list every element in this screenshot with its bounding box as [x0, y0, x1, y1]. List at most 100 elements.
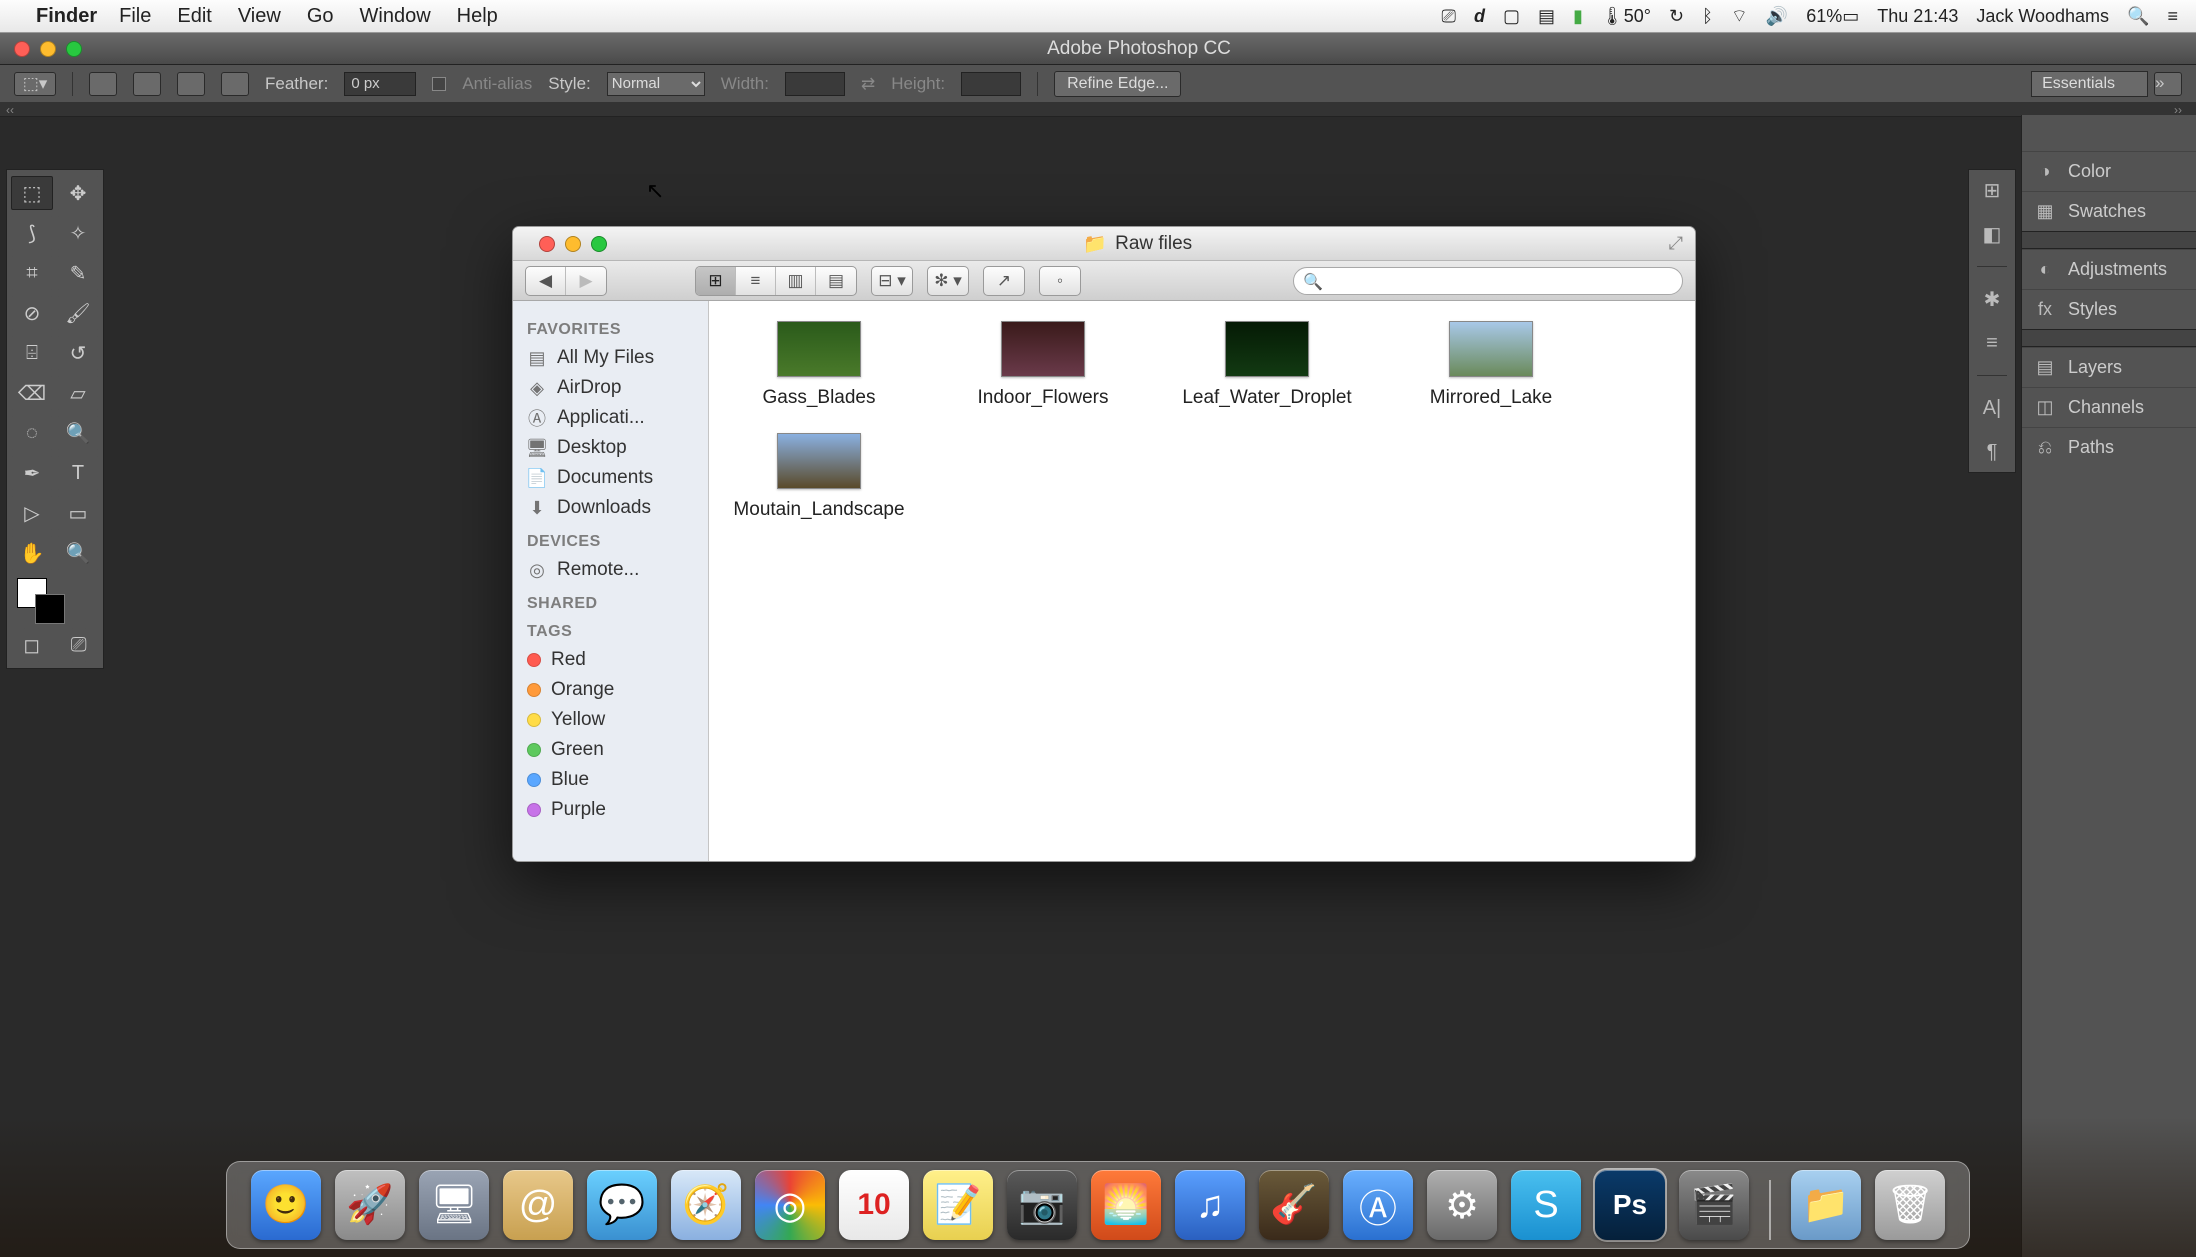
- eyedropper-tool[interactable]: ✎: [57, 256, 99, 290]
- panel-tab-swatches[interactable]: ▦Swatches: [2022, 191, 2196, 231]
- volume-icon[interactable]: 🔊: [1766, 6, 1788, 27]
- back-button[interactable]: ◀: [526, 267, 566, 295]
- file-item[interactable]: Mirrored_Lake: [1401, 321, 1581, 409]
- dock-app-messages[interactable]: 💬: [587, 1170, 657, 1240]
- type-tool[interactable]: T: [57, 456, 99, 490]
- panel-tab-layers[interactable]: ▤Layers: [2022, 347, 2196, 387]
- panel-icon[interactable]: ≡: [1978, 331, 2006, 355]
- antialias-checkbox[interactable]: [432, 77, 446, 91]
- panel-tab-color[interactable]: ◑Color: [2022, 151, 2196, 191]
- sidebar-item-applications[interactable]: ⒶApplicati...: [525, 403, 696, 433]
- dock-trash[interactable]: 🗑: [1875, 1170, 1945, 1240]
- refine-edge-button[interactable]: Refine Edge...: [1054, 71, 1181, 97]
- dock-app-imovie[interactable]: 🎬: [1679, 1170, 1749, 1240]
- dock-app-chrome[interactable]: ◎: [755, 1170, 825, 1240]
- sidebar-item-allmyfiles[interactable]: ▤All My Files: [525, 343, 696, 373]
- marquee-tool[interactable]: ⬚: [11, 176, 53, 210]
- menu-edit[interactable]: Edit: [177, 5, 211, 28]
- battery-percent[interactable]: 61% ▭: [1806, 6, 1859, 27]
- dock-app-preferences[interactable]: ⚙: [1427, 1170, 1497, 1240]
- menubar-extra-icon[interactable]: ⎚: [1442, 6, 1456, 27]
- file-item[interactable]: Indoor_Flowers: [953, 321, 1133, 409]
- dock-app-appstore[interactable]: Ⓐ: [1343, 1170, 1413, 1240]
- dock-downloads[interactable]: 📁: [1791, 1170, 1861, 1240]
- selection-intersect-icon[interactable]: [221, 72, 249, 96]
- shape-tool[interactable]: ▭: [57, 496, 99, 530]
- user-name[interactable]: Jack Woodhams: [1976, 6, 2109, 27]
- column-view-button[interactable]: ▥: [776, 267, 816, 295]
- menubar-extra-icon[interactable]: d: [1474, 6, 1485, 27]
- action-button[interactable]: ✻ ▾: [927, 266, 969, 296]
- dock-app-notes[interactable]: 📝: [923, 1170, 993, 1240]
- file-item[interactable]: Gass_Blades: [729, 321, 909, 409]
- icon-view-button[interactable]: ⊞: [696, 267, 736, 295]
- panel-tab-adjustments[interactable]: ◐Adjustments: [2022, 249, 2196, 289]
- dock-app-launchpad[interactable]: 🚀: [335, 1170, 405, 1240]
- swap-icon[interactable]: ⇄: [861, 74, 875, 94]
- workspace-menu-icon[interactable]: »: [2154, 72, 2182, 96]
- height-input[interactable]: [961, 72, 1021, 96]
- close-button[interactable]: [539, 236, 555, 252]
- sidebar-tag-blue[interactable]: Blue: [525, 765, 696, 795]
- dock-app-mission-control[interactable]: 🖥: [419, 1170, 489, 1240]
- panel-icon[interactable]: ¶: [1978, 440, 2006, 464]
- dock-app-safari[interactable]: 🧭: [671, 1170, 741, 1240]
- minimize-button[interactable]: [565, 236, 581, 252]
- sidebar-item-remote[interactable]: ◎Remote...: [525, 555, 696, 585]
- share-button[interactable]: ↗: [983, 266, 1025, 296]
- clone-stamp-tool[interactable]: ⌹: [11, 336, 53, 370]
- quickmask-toggle[interactable]: ◻: [23, 628, 40, 662]
- magic-wand-tool[interactable]: ✧: [57, 216, 99, 250]
- sidebar-tag-purple[interactable]: Purple: [525, 795, 696, 825]
- sidebar-tag-green[interactable]: Green: [525, 735, 696, 765]
- sidebar-item-desktop[interactable]: 🖥Desktop: [525, 433, 696, 463]
- lasso-tool[interactable]: ⟆: [11, 216, 53, 250]
- panel-tab-channels[interactable]: ◫Channels: [2022, 387, 2196, 427]
- dodge-tool[interactable]: 🔍: [57, 416, 99, 450]
- background-color[interactable]: [35, 594, 65, 624]
- style-select[interactable]: Normal: [607, 72, 705, 96]
- menu-help[interactable]: Help: [457, 5, 498, 28]
- dock-app-iphoto[interactable]: 🌅: [1091, 1170, 1161, 1240]
- dock-app-photoshop[interactable]: Ps: [1595, 1170, 1665, 1240]
- menu-go[interactable]: Go: [307, 5, 334, 28]
- menu-file[interactable]: File: [119, 5, 151, 28]
- panel-tab-styles[interactable]: fxStyles: [2022, 289, 2196, 329]
- battery-meter-icon[interactable]: ▮: [1573, 6, 1583, 27]
- finder-file-grid[interactable]: Gass_BladesIndoor_FlowersLeaf_Water_Drop…: [709, 301, 1695, 861]
- dock-app-mail[interactable]: @: [503, 1170, 573, 1240]
- tool-preset-button[interactable]: ⬚▾: [14, 72, 56, 96]
- dock-app-calendar[interactable]: 10: [839, 1170, 909, 1240]
- finder-titlebar[interactable]: 📁 Raw files ⤢: [513, 227, 1695, 261]
- hand-tool[interactable]: ✋: [11, 536, 53, 570]
- panel-icon[interactable]: ✱: [1978, 287, 2006, 311]
- sidebar-item-downloads[interactable]: ⬇Downloads: [525, 493, 696, 523]
- gradient-tool[interactable]: ▱: [57, 376, 99, 410]
- selection-new-icon[interactable]: [89, 72, 117, 96]
- blur-tool[interactable]: ◌: [11, 416, 53, 450]
- dock-app-garageband[interactable]: 🎸: [1259, 1170, 1329, 1240]
- menu-window[interactable]: Window: [360, 5, 431, 28]
- coverflow-view-button[interactable]: ▤: [816, 267, 856, 295]
- dock-app-finder[interactable]: 🙂: [251, 1170, 321, 1240]
- sidebar-item-documents[interactable]: 📄Documents: [525, 463, 696, 493]
- crop-tool[interactable]: ⌗: [11, 256, 53, 290]
- feather-input[interactable]: [344, 72, 416, 96]
- search-input[interactable]: [1293, 267, 1683, 295]
- color-swatches[interactable]: [11, 576, 99, 622]
- screenmode-toggle[interactable]: ⎚: [71, 628, 87, 662]
- minimize-button[interactable]: [40, 41, 56, 57]
- zoom-button[interactable]: [66, 41, 82, 57]
- width-input[interactable]: [785, 72, 845, 96]
- sidebar-tag-orange[interactable]: Orange: [525, 675, 696, 705]
- dock-app-skype[interactable]: S: [1511, 1170, 1581, 1240]
- forward-button[interactable]: ▶: [566, 267, 606, 295]
- airplay-icon[interactable]: ▢: [1503, 6, 1520, 27]
- panel-icon[interactable]: ◧: [1978, 222, 2006, 246]
- dock-app-photobooth[interactable]: 📷: [1007, 1170, 1077, 1240]
- close-button[interactable]: [14, 41, 30, 57]
- clock[interactable]: Thu 21:43: [1877, 6, 1958, 27]
- tags-button[interactable]: ◦: [1039, 266, 1081, 296]
- sidebar-tag-red[interactable]: Red: [525, 645, 696, 675]
- notification-center-icon[interactable]: ≡: [2167, 6, 2178, 27]
